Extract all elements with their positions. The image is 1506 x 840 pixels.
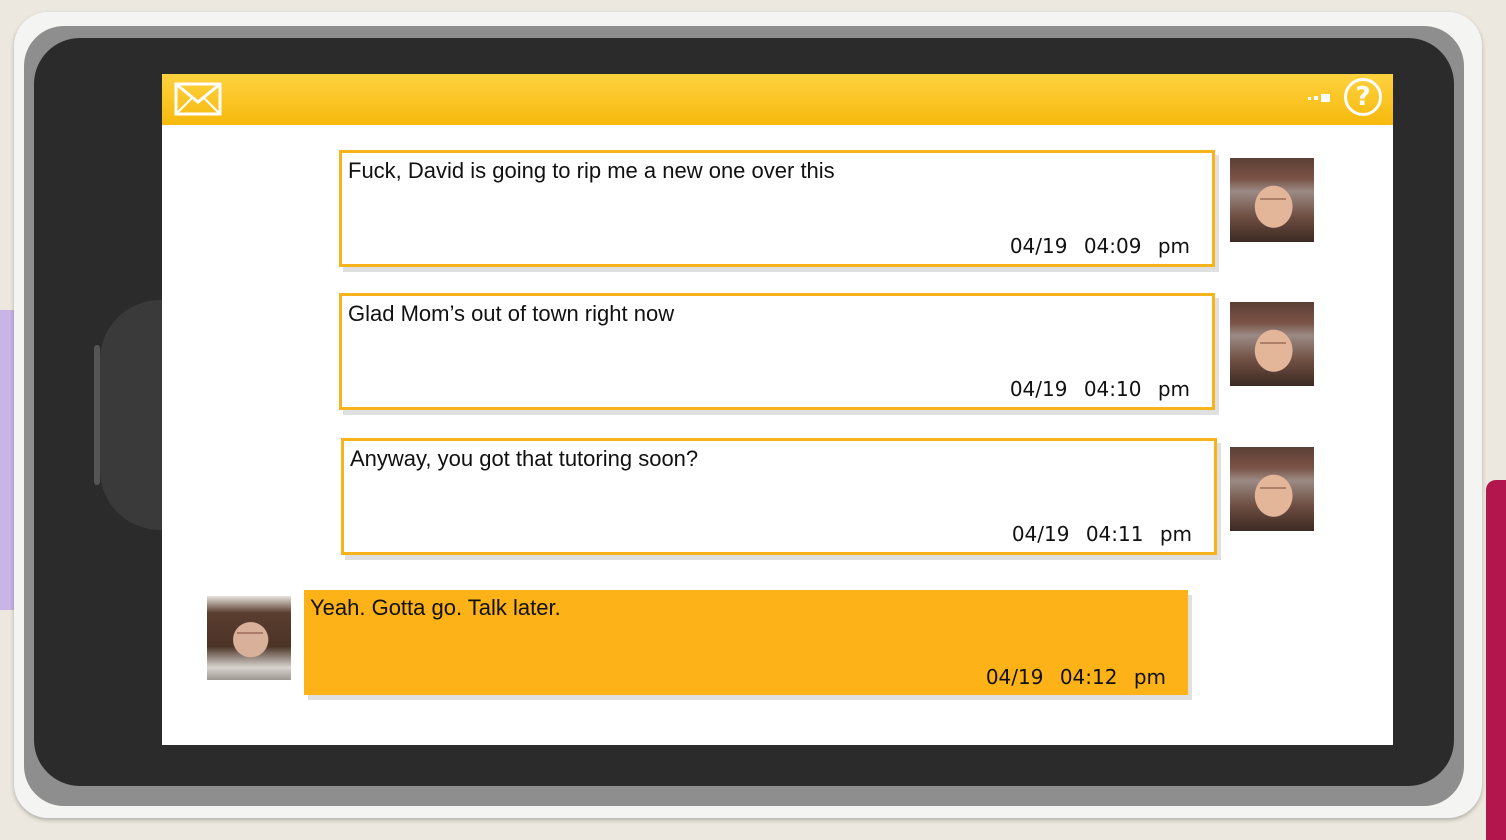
message-bubble-received: Glad Mom’s out of town right now 04/19 0… (339, 293, 1215, 410)
avatar-chloe (1230, 158, 1314, 242)
mail-icon[interactable] (174, 82, 222, 116)
avatar-chloe (1230, 447, 1314, 531)
avatar-chloe (1230, 302, 1314, 386)
avatar-max (207, 596, 291, 680)
message-timestamp: 04/19 04:11 pm (1011, 522, 1192, 546)
message-text: Anyway, you got that tutoring soon? (350, 446, 699, 471)
signal-icon (1308, 94, 1330, 102)
app-header: ? (162, 74, 1393, 125)
message-bubble-received: Fuck, David is going to rip me a new one… (339, 150, 1215, 267)
message-text: Yeah. Gotta go. Talk later. (310, 595, 561, 620)
message-text: Fuck, David is going to rip me a new one… (348, 158, 835, 183)
message-bubble-received: Anyway, you got that tutoring soon? 04/1… (341, 438, 1217, 555)
background-paper-right (1486, 480, 1506, 840)
message-timestamp: 04/19 04:09 pm (1009, 234, 1190, 258)
help-icon[interactable]: ? (1344, 78, 1382, 116)
message-timestamp: 04/19 04:12 pm (985, 665, 1166, 689)
phone-side-shadow (100, 300, 170, 530)
message-text: Glad Mom’s out of town right now (348, 301, 675, 326)
message-bubble-sent: Yeah. Gotta go. Talk later. 04/19 04:12 … (304, 590, 1188, 695)
phone-side-button (94, 345, 100, 485)
message-timestamp: 04/19 04:10 pm (1009, 377, 1190, 401)
messages-screen: ? Fuck, David is going to rip me a new o… (162, 74, 1393, 745)
